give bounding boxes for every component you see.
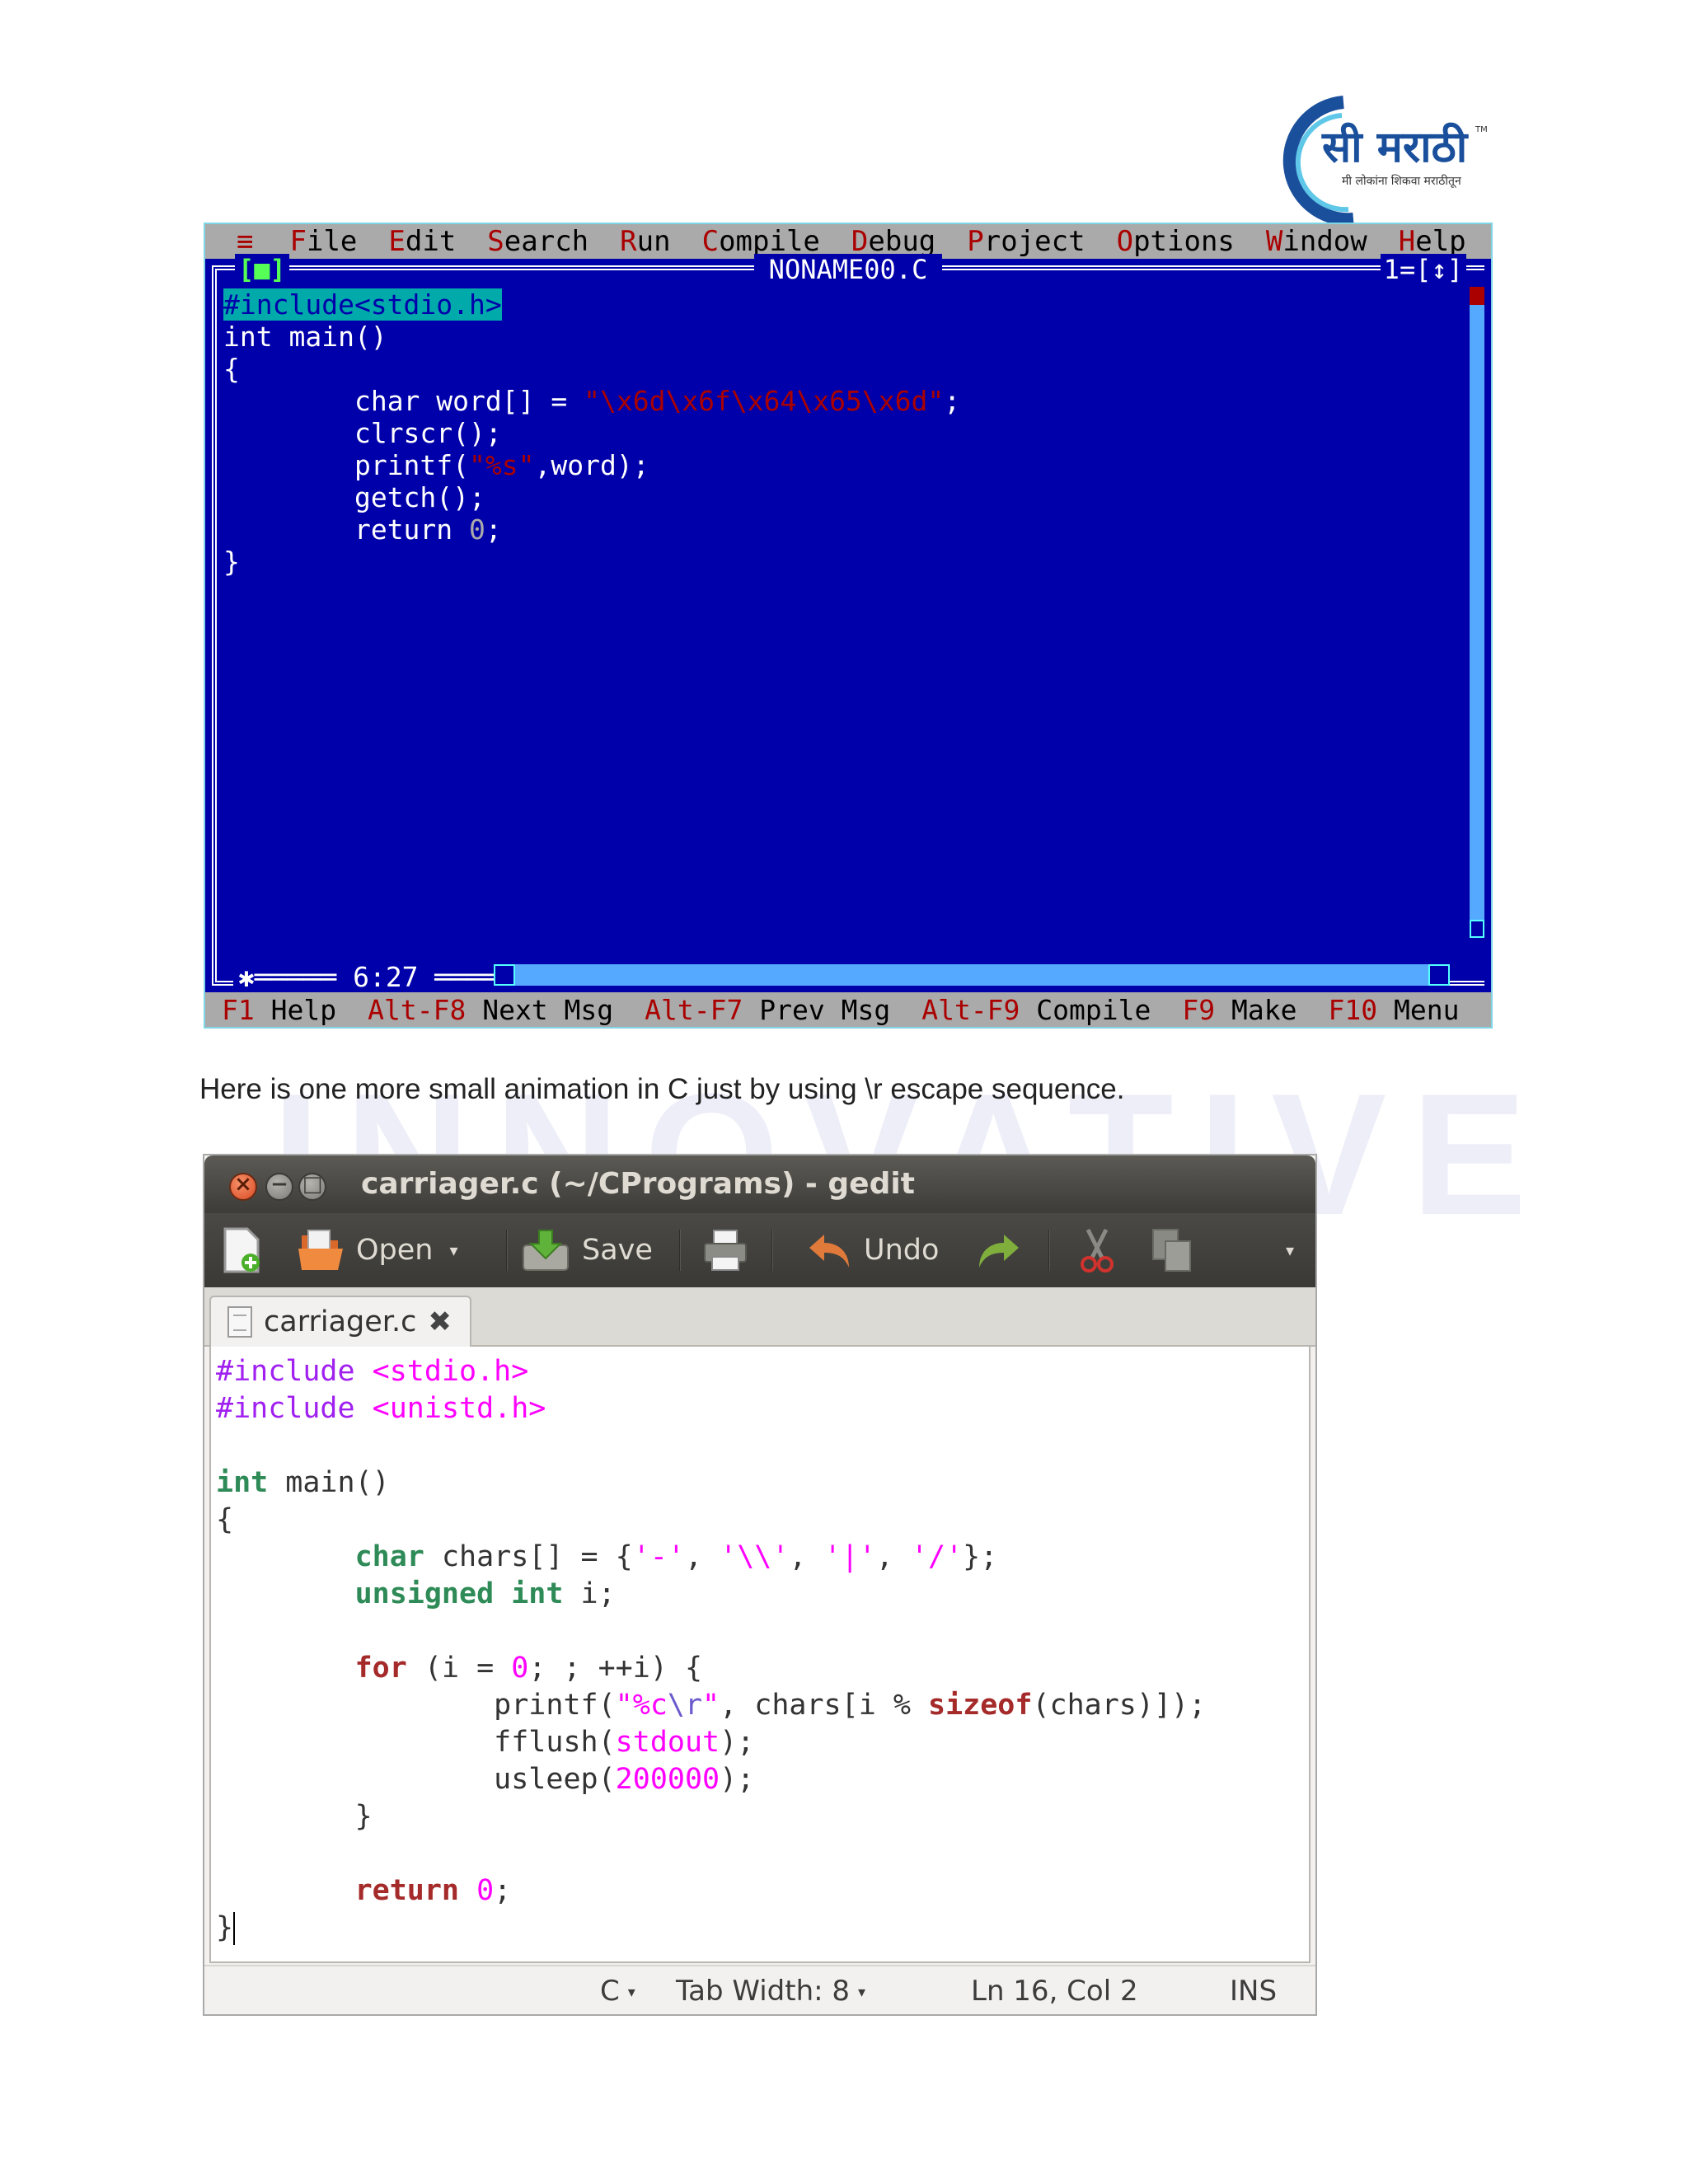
tc-help-alt-f9[interactable]: Alt-F9 Compile (921, 994, 1151, 1026)
tc-menu-debug[interactable]: Debug (851, 225, 935, 258)
tab-close-icon[interactable]: ✖ (428, 1305, 452, 1338)
tc-menu-edit[interactable]: Edit (388, 225, 456, 258)
toolbar-separator (771, 1230, 773, 1271)
text-file-icon (227, 1306, 252, 1338)
window-close-button[interactable]: × (229, 1172, 257, 1201)
scroll-left-icon[interactable] (494, 964, 515, 986)
redo-icon (979, 1235, 1019, 1268)
gedit-code[interactable]: #include <stdio.h> #include <unistd.h> i… (216, 1353, 1206, 1947)
tab-carriager-c[interactable]: carriager.c ✖ (209, 1296, 471, 1347)
caption-text: Here is one more small animation in C ju… (199, 1073, 1125, 1105)
tc-help-f9[interactable]: F9 Make (1182, 994, 1296, 1026)
tc-vertical-scrollbar[interactable] (1470, 287, 1484, 938)
toolbar-separator (679, 1230, 681, 1271)
open-label: Open (356, 1234, 434, 1267)
logo-tm: TM (1475, 125, 1488, 134)
chevron-down-icon: ▾ (858, 1984, 866, 2001)
tc-horizontal-scrollbar[interactable] (494, 964, 1450, 986)
tc-code-area[interactable]: #include<stdio.h> int main() { char word… (223, 288, 960, 578)
insert-mode-status: INS (1230, 1975, 1278, 2008)
cursor-position-status: Ln 16, Col 2 (971, 1975, 1138, 2008)
tc-help-f1[interactable]: F1 Help (222, 994, 336, 1026)
tc-window-zoom[interactable]: 1=[↕] (1380, 254, 1466, 285)
window-minimize-button[interactable]: − (265, 1172, 293, 1201)
copy-button[interactable] (1151, 1225, 1193, 1276)
save-label: Save (582, 1234, 653, 1267)
scroll-down-icon[interactable] (1470, 920, 1484, 938)
logo-graphic: सी मराठी मी लोकांना शिकवा मराठीतून TM (1282, 96, 1488, 227)
logo-text: सी मराठी (1321, 122, 1470, 172)
tc-help-bar: F1 Help Alt-F8 Next Msg Alt-F7 Prev Msg … (205, 992, 1491, 1027)
scroll-up-icon[interactable] (1470, 287, 1484, 305)
overflow-dropdown-icon: ▾ (1286, 1240, 1295, 1260)
language-selector[interactable]: C ▾ (600, 1975, 635, 2008)
close-icon: × (234, 1172, 252, 1197)
tc-code-line: #include<stdio.h> (223, 288, 502, 321)
new-document-icon (223, 1227, 260, 1273)
undo-icon (809, 1235, 849, 1268)
scroll-right-icon[interactable] (1428, 964, 1450, 986)
gedit-toolbar: Open ▾ Save Undo ▾ (204, 1213, 1315, 1287)
tc-system-menu[interactable]: ≡ (237, 225, 253, 258)
folder-open-icon (298, 1230, 343, 1270)
site-logo: सी मराठी मी लोकांना शिकवा मराठीतून TM (1263, 96, 1493, 227)
tc-help-f10[interactable]: F10 Menu (1328, 994, 1459, 1026)
gedit-statusbar: C ▾ Tab Width: 8 ▾ Ln 16, Col 2 INS (204, 1965, 1315, 2014)
toolbar-separator (506, 1230, 508, 1271)
tc-cursor-position: ✱═════ 6:27 ═════ (233, 961, 522, 993)
gedit-editor[interactable]: #include <stdio.h> #include <unistd.h> i… (209, 1347, 1311, 1963)
tab-width-selector[interactable]: Tab Width: 8 ▾ (676, 1975, 865, 2008)
toolbar-overflow-button[interactable]: ▾ (1269, 1225, 1294, 1276)
undo-button[interactable]: Undo (806, 1225, 939, 1276)
new-document-button[interactable] (223, 1225, 260, 1276)
tc-window-title: NONAME00.C (205, 254, 1491, 285)
tc-code-line: } (223, 546, 240, 578)
scissors-icon (1081, 1228, 1114, 1272)
turbo-c-screenshot: ≡ File Edit Search Run Compile Debug Pro… (204, 223, 1493, 1029)
gedit-titlebar: × − □ carriager.c (~/CPrograms) - gedit (204, 1155, 1315, 1213)
maximize-icon: □ (302, 1172, 323, 1197)
print-button[interactable] (702, 1225, 748, 1276)
gedit-window: × − □ carriager.c (~/CPrograms) - gedit … (203, 1154, 1317, 2016)
save-icon (523, 1230, 569, 1271)
minimize-icon: − (270, 1172, 288, 1197)
window-title: carriager.c (~/CPrograms) - gedit (361, 1167, 915, 1201)
tc-help-alt-f7[interactable]: Alt-F7 Prev Msg (645, 994, 890, 1026)
copy-icon (1152, 1229, 1191, 1272)
tc-menu-compile[interactable]: Compile (702, 225, 820, 258)
save-button[interactable]: Save (521, 1225, 653, 1276)
tab-label: carriager.c (264, 1305, 417, 1338)
text-cursor (233, 1912, 236, 1945)
cut-button[interactable] (1078, 1225, 1116, 1276)
chevron-down-icon: ▾ (627, 1984, 635, 2001)
tc-code-line: { (223, 353, 240, 385)
open-dropdown-icon[interactable]: ▾ (449, 1240, 457, 1260)
redo-button[interactable] (976, 1225, 1022, 1276)
tc-menu-search[interactable]: Search (487, 225, 588, 258)
undo-label: Undo (864, 1234, 940, 1267)
printer-icon (704, 1230, 747, 1271)
tc-menu-help[interactable]: Help (1399, 225, 1466, 258)
tc-menu-window[interactable]: Window (1266, 225, 1367, 258)
tc-help-alt-f8[interactable]: Alt-F8 Next Msg (368, 994, 613, 1026)
window-maximize-button[interactable]: □ (298, 1172, 326, 1201)
gedit-tabbar: carriager.c ✖ (204, 1287, 1315, 1347)
toolbar-separator (1048, 1230, 1050, 1271)
tc-menu-run[interactable]: Run (620, 225, 670, 258)
tc-code-line: int main() (223, 321, 387, 353)
tc-menu-options[interactable]: Options (1117, 225, 1235, 258)
logo-tagline: मी लोकांना शिकवा मराठीतून (1342, 174, 1461, 188)
tc-menu-project[interactable]: Project (967, 225, 1085, 258)
tc-menu-file[interactable]: File (289, 225, 357, 258)
open-button[interactable]: Open ▾ (297, 1225, 458, 1276)
